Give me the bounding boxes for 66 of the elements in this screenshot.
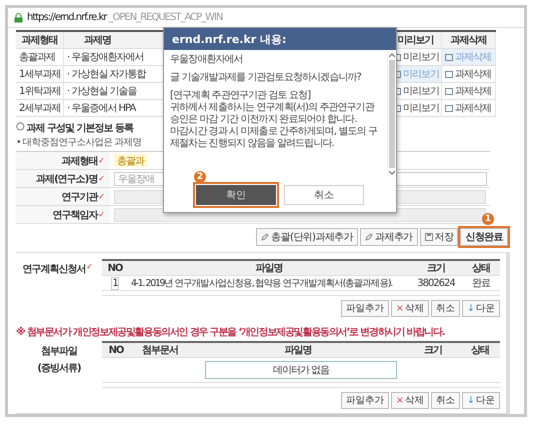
table-cell: 완료 — [462, 276, 500, 291]
table-cell: 3802624 — [410, 276, 462, 291]
scroll-up-icon[interactable] — [389, 53, 395, 57]
action-button[interactable]: 저장 — [420, 228, 458, 246]
table-cell: 1세부과제 — [16, 66, 64, 83]
column-header: NO — [102, 261, 128, 276]
lock-icon — [14, 12, 23, 22]
action-button[interactable]: 신청완료 — [460, 228, 508, 246]
dialog-title: ernd.nrf.re.kr 내용: — [164, 28, 396, 50]
file-button[interactable]: 파일추가 — [341, 392, 389, 409]
file-button[interactable]: × 삭제 — [390, 392, 429, 409]
column-header: 상태 — [460, 343, 500, 358]
step-badge: 2 — [194, 171, 206, 183]
file-button[interactable]: 파일추가 — [341, 300, 389, 317]
field-label: 첨부파일 — [41, 345, 77, 358]
column-header: 파일명 — [190, 343, 406, 358]
action-button[interactable]: 총괄(단위)과제추가 — [256, 228, 358, 246]
step-badge: 1 — [482, 213, 494, 225]
delete-link[interactable]: 과제삭제 — [442, 66, 496, 83]
message-text: 글 기술개발과제를 기관검토요청하시겠습니까? — [170, 72, 362, 84]
notice-text: ※ 첨부문서가 개인정보제공및활용동의서인 경우 구분을 ‘개인정보제공및활용동의서’로 변경하시기 바랍니다. — [16, 326, 444, 339]
scrollbar-thumb[interactable] — [389, 60, 395, 168]
file-button[interactable]: × 삭제 — [390, 300, 429, 317]
column-header: 크기 — [406, 343, 460, 358]
field-label: 연구책임자 — [52, 208, 98, 222]
dialog-button[interactable]: 취소 — [284, 185, 364, 205]
table-cell: 2세부과제 — [16, 100, 64, 117]
table-cell: 1위탁과제 — [16, 83, 64, 100]
column-header: 과제삭제 — [442, 32, 496, 49]
note-text: • 대학중점연구소사업은 과제명 — [16, 136, 142, 149]
field-label: (증빙서류) — [37, 362, 81, 375]
file-button[interactable]: ↓ 다운 — [462, 392, 500, 409]
column-header: 과제형태 — [16, 32, 64, 49]
required-mark: ✓ — [98, 210, 104, 219]
file-button[interactable]: ↓ 다운 — [462, 300, 500, 317]
url-text: https://ernd.nrf.re.kr _OPEN_REQUEST_ACP_WIN — [27, 12, 222, 23]
save-icon — [424, 233, 433, 241]
scroll-down-icon[interactable] — [389, 171, 395, 175]
value-text: 총괄과 — [114, 154, 147, 167]
field-label: 연구계획신청서 — [22, 263, 86, 277]
field-label: 과제(연구소)명 — [36, 172, 98, 186]
required-mark: ✓ — [98, 192, 104, 201]
table-cell: 1 — [111, 276, 119, 290]
delete-link[interactable]: 과제삭제 — [442, 100, 496, 117]
message-text: 우울장애환자에서 — [170, 54, 244, 66]
required-mark: ✓ — [86, 262, 92, 273]
table-cell: 4-1. 2019년 연구개발사업신청용, 협약용 연구개발계획서(총괄과제용). — [128, 276, 410, 291]
file-button[interactable]: 취소 — [431, 300, 460, 317]
delete-link[interactable]: 과제삭제 — [442, 83, 496, 100]
section-title: 과제 구성및 기본정보 등록 — [26, 122, 134, 135]
action-button[interactable]: 과제추가 — [360, 228, 418, 246]
column-header: 파일명 — [128, 261, 410, 276]
column-header: NO — [102, 343, 130, 358]
bullet-icon: ○ — [16, 121, 24, 135]
pencil-icon — [261, 233, 270, 241]
required-mark: ✓ — [98, 156, 104, 165]
empty-message: 데이터가 없음 — [205, 361, 397, 379]
pencil-icon — [364, 233, 373, 241]
required-mark: ✓ — [98, 174, 104, 183]
field-label: 연구기관 — [61, 190, 98, 204]
column-header: 첨부문서 — [130, 343, 190, 358]
table-cell: 총괄과제 — [16, 49, 64, 66]
field-label: 과제형태 — [61, 154, 98, 168]
file-button[interactable]: 취소 — [431, 392, 460, 409]
column-header: 크기 — [410, 261, 462, 276]
column-header: 상태 — [462, 261, 500, 276]
